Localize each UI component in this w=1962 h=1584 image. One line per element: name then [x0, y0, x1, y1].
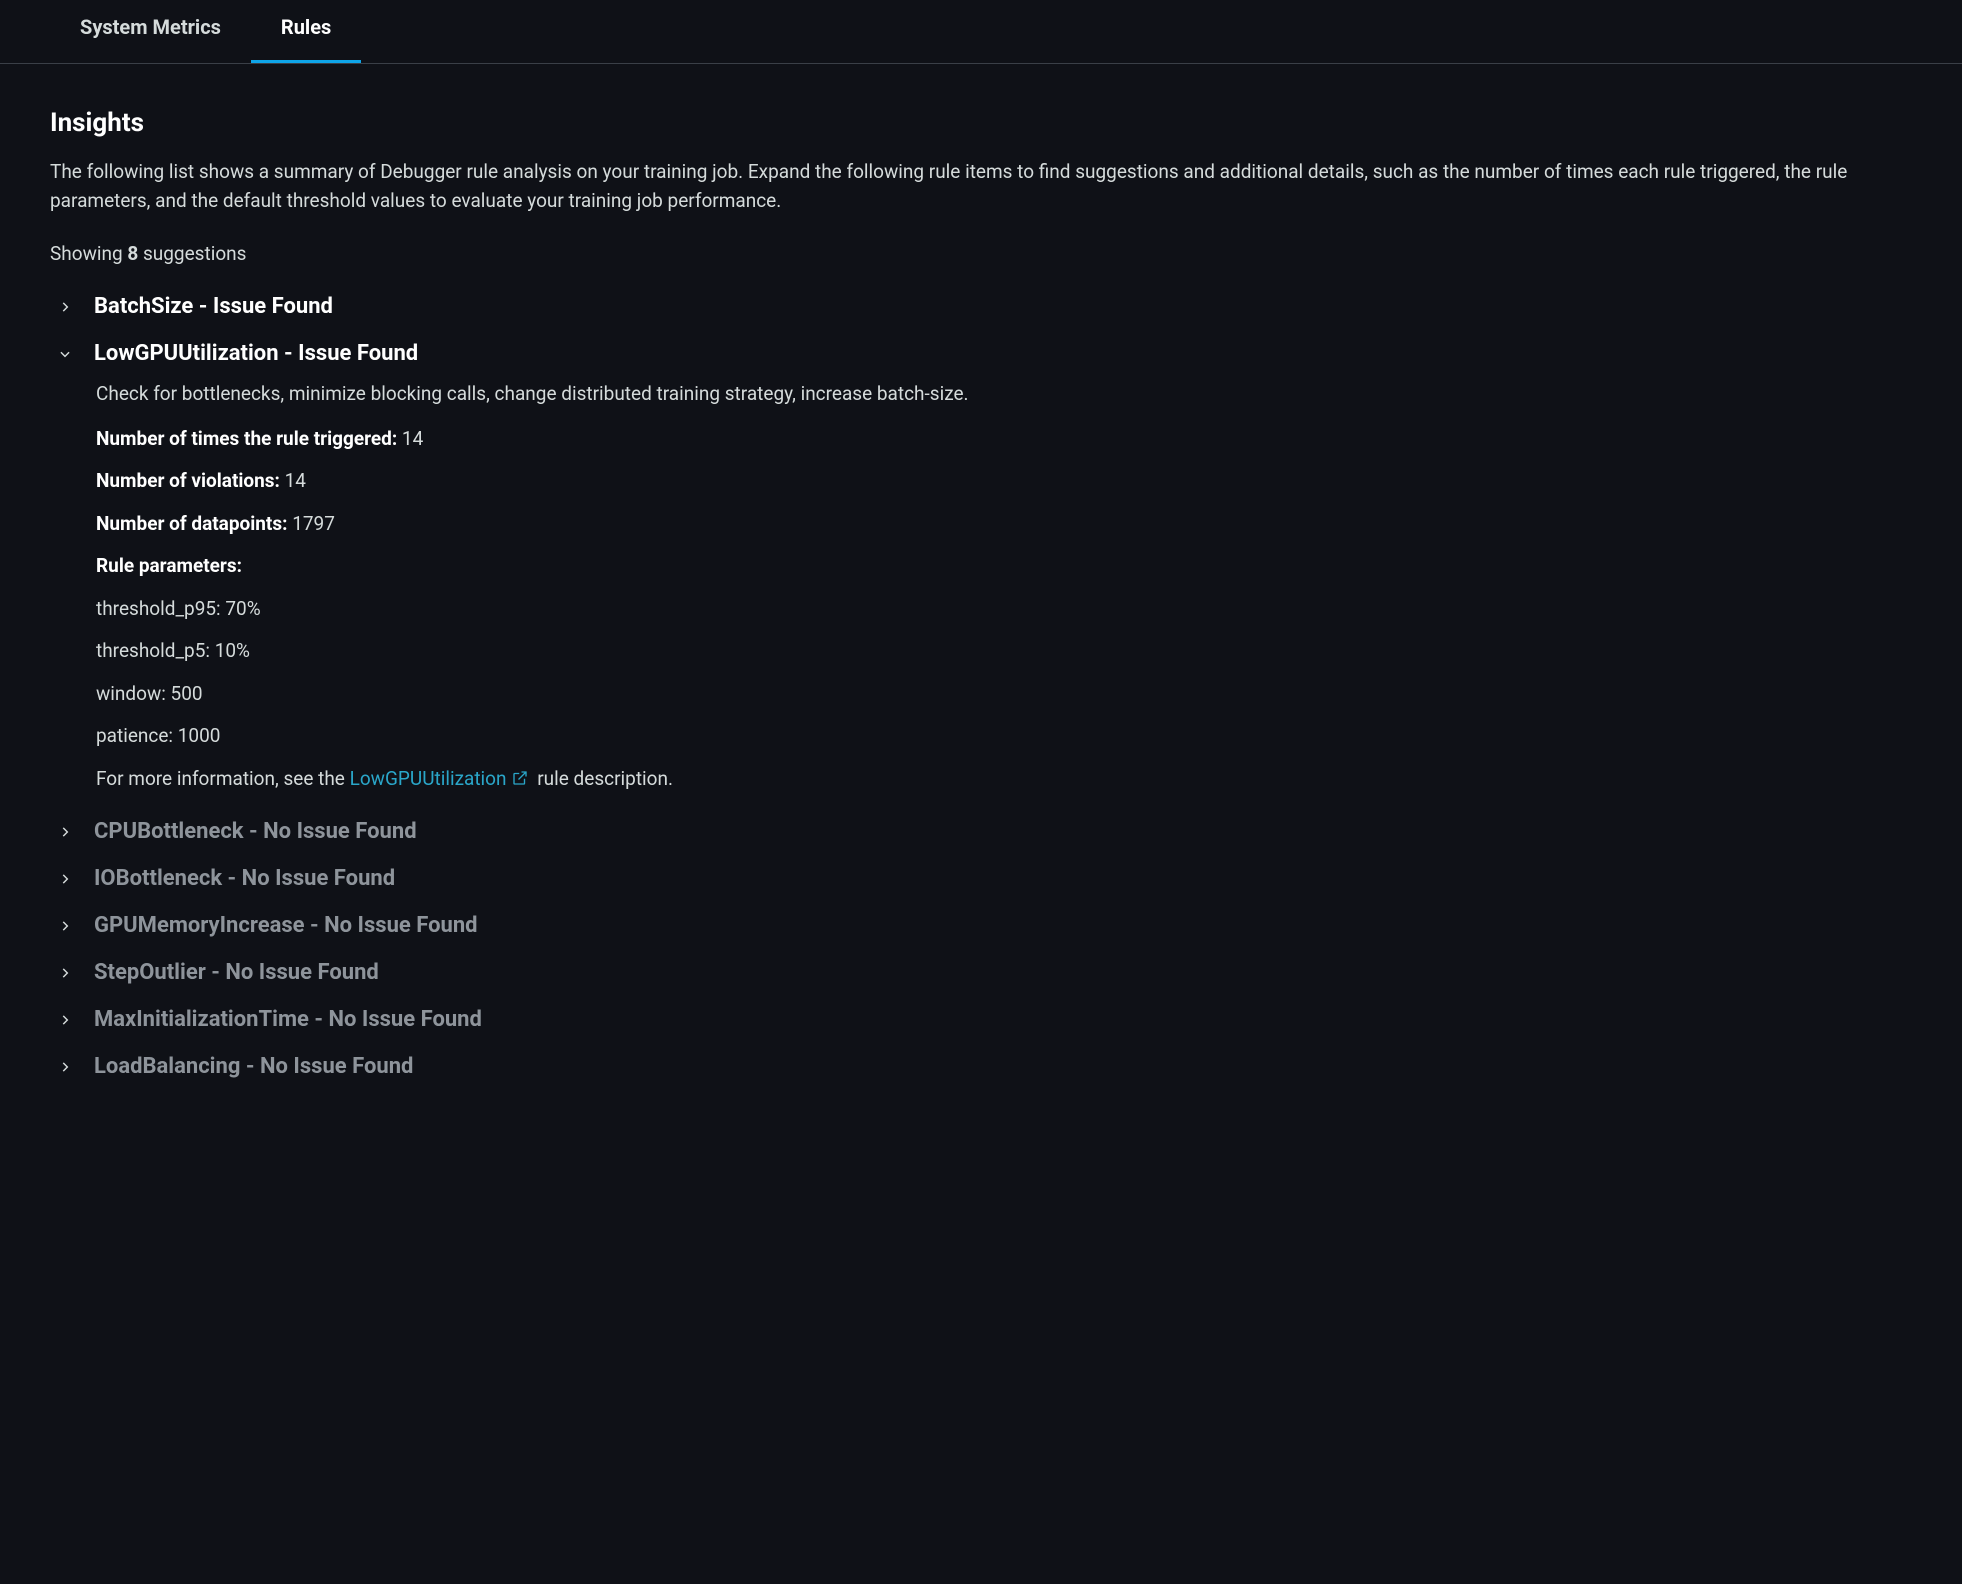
rule-title: IOBottleneck - No Issue Found [94, 862, 395, 895]
rule-more-info: For more information, see the LowGPUUtil… [96, 765, 1912, 796]
rule-title: StepOutlier - No Issue Found [94, 956, 379, 989]
rule-item: CPUBottleneck - No Issue Found [50, 815, 1912, 848]
insights-title: Insights [50, 104, 1912, 143]
chevron-right-icon [50, 911, 80, 941]
rule-toggle[interactable]: BatchSize - Issue Found [50, 290, 1912, 323]
external-link-icon [511, 767, 529, 796]
rule-violations-count: Number of violations: 14 [96, 467, 1912, 496]
rule-item: StepOutlier - No Issue Found [50, 956, 1912, 989]
chevron-right-icon [50, 817, 80, 847]
rule-detail: Check for bottlenecks, minimize blocking… [50, 370, 1912, 795]
rule-item: LoadBalancing - No Issue Found [50, 1050, 1912, 1083]
chevron-down-icon [50, 339, 80, 369]
chevron-right-icon [50, 958, 80, 988]
tab-system-metrics[interactable]: System Metrics [50, 0, 251, 63]
rule-title: BatchSize - Issue Found [94, 290, 333, 323]
rule-violations-count-label: Number of violations: [96, 469, 280, 492]
rule-suggestion: Check for bottlenecks, minimize blocking… [96, 380, 1912, 409]
chevron-right-icon [50, 1052, 80, 1082]
rule-toggle[interactable]: CPUBottleneck - No Issue Found [50, 815, 1912, 848]
rule-title: LoadBalancing - No Issue Found [94, 1050, 413, 1083]
rule-toggle[interactable]: MaxInitializationTime - No Issue Found [50, 1003, 1912, 1036]
rule-datapoints-count: Number of datapoints: 1797 [96, 510, 1912, 539]
rule-list: BatchSize - Issue Found LowGPUUtilization… [50, 290, 1912, 1083]
rule-title: LowGPUUtilization - Issue Found [94, 337, 418, 370]
rule-toggle[interactable]: IOBottleneck - No Issue Found [50, 862, 1912, 895]
rule-parameter: window: 500 [96, 680, 1912, 709]
rule-toggle[interactable]: LowGPUUtilization - Issue Found [50, 337, 1912, 370]
rule-title: GPUMemoryIncrease - No Issue Found [94, 909, 478, 942]
chevron-right-icon [50, 1005, 80, 1035]
tabs-bar: System Metrics Rules [0, 0, 1962, 64]
more-info-prefix: For more information, see the [96, 767, 350, 790]
rule-item: GPUMemoryIncrease - No Issue Found [50, 909, 1912, 942]
tab-rules[interactable]: Rules [251, 0, 361, 63]
more-info-suffix: rule description. [533, 767, 673, 790]
showing-count-text: Showing 8 suggestions [50, 240, 1912, 269]
rule-doc-link[interactable]: LowGPUUtilization [350, 767, 507, 790]
rule-parameter: threshold_p5: 10% [96, 637, 1912, 666]
showing-suffix: suggestions [138, 242, 246, 265]
rule-item: IOBottleneck - No Issue Found [50, 862, 1912, 895]
rule-triggered-count: Number of times the rule triggered: 14 [96, 425, 1912, 454]
showing-count: 8 [127, 242, 138, 265]
chevron-right-icon [50, 292, 80, 322]
rule-title: MaxInitializationTime - No Issue Found [94, 1003, 482, 1036]
showing-prefix: Showing [50, 242, 127, 265]
rule-item: MaxInitializationTime - No Issue Found [50, 1003, 1912, 1036]
chevron-right-icon [50, 864, 80, 894]
rule-triggered-count-label: Number of times the rule triggered: [96, 427, 397, 450]
rule-title: CPUBottleneck - No Issue Found [94, 815, 417, 848]
rule-parameters-header: Rule parameters: [96, 552, 1912, 581]
content-area: Insights The following list shows a summ… [0, 104, 1962, 1147]
insights-description: The following list shows a summary of De… [50, 157, 1912, 216]
rule-parameter: threshold_p95: 70% [96, 595, 1912, 624]
rule-item: LowGPUUtilization - Issue Found Check for… [50, 337, 1912, 795]
rule-toggle[interactable]: StepOutlier - No Issue Found [50, 956, 1912, 989]
rule-item: BatchSize - Issue Found [50, 290, 1912, 323]
rule-parameter: patience: 1000 [96, 722, 1912, 751]
rule-datapoints-count-label: Number of datapoints: [96, 512, 287, 535]
rule-toggle[interactable]: LoadBalancing - No Issue Found [50, 1050, 1912, 1083]
rule-toggle[interactable]: GPUMemoryIncrease - No Issue Found [50, 909, 1912, 942]
